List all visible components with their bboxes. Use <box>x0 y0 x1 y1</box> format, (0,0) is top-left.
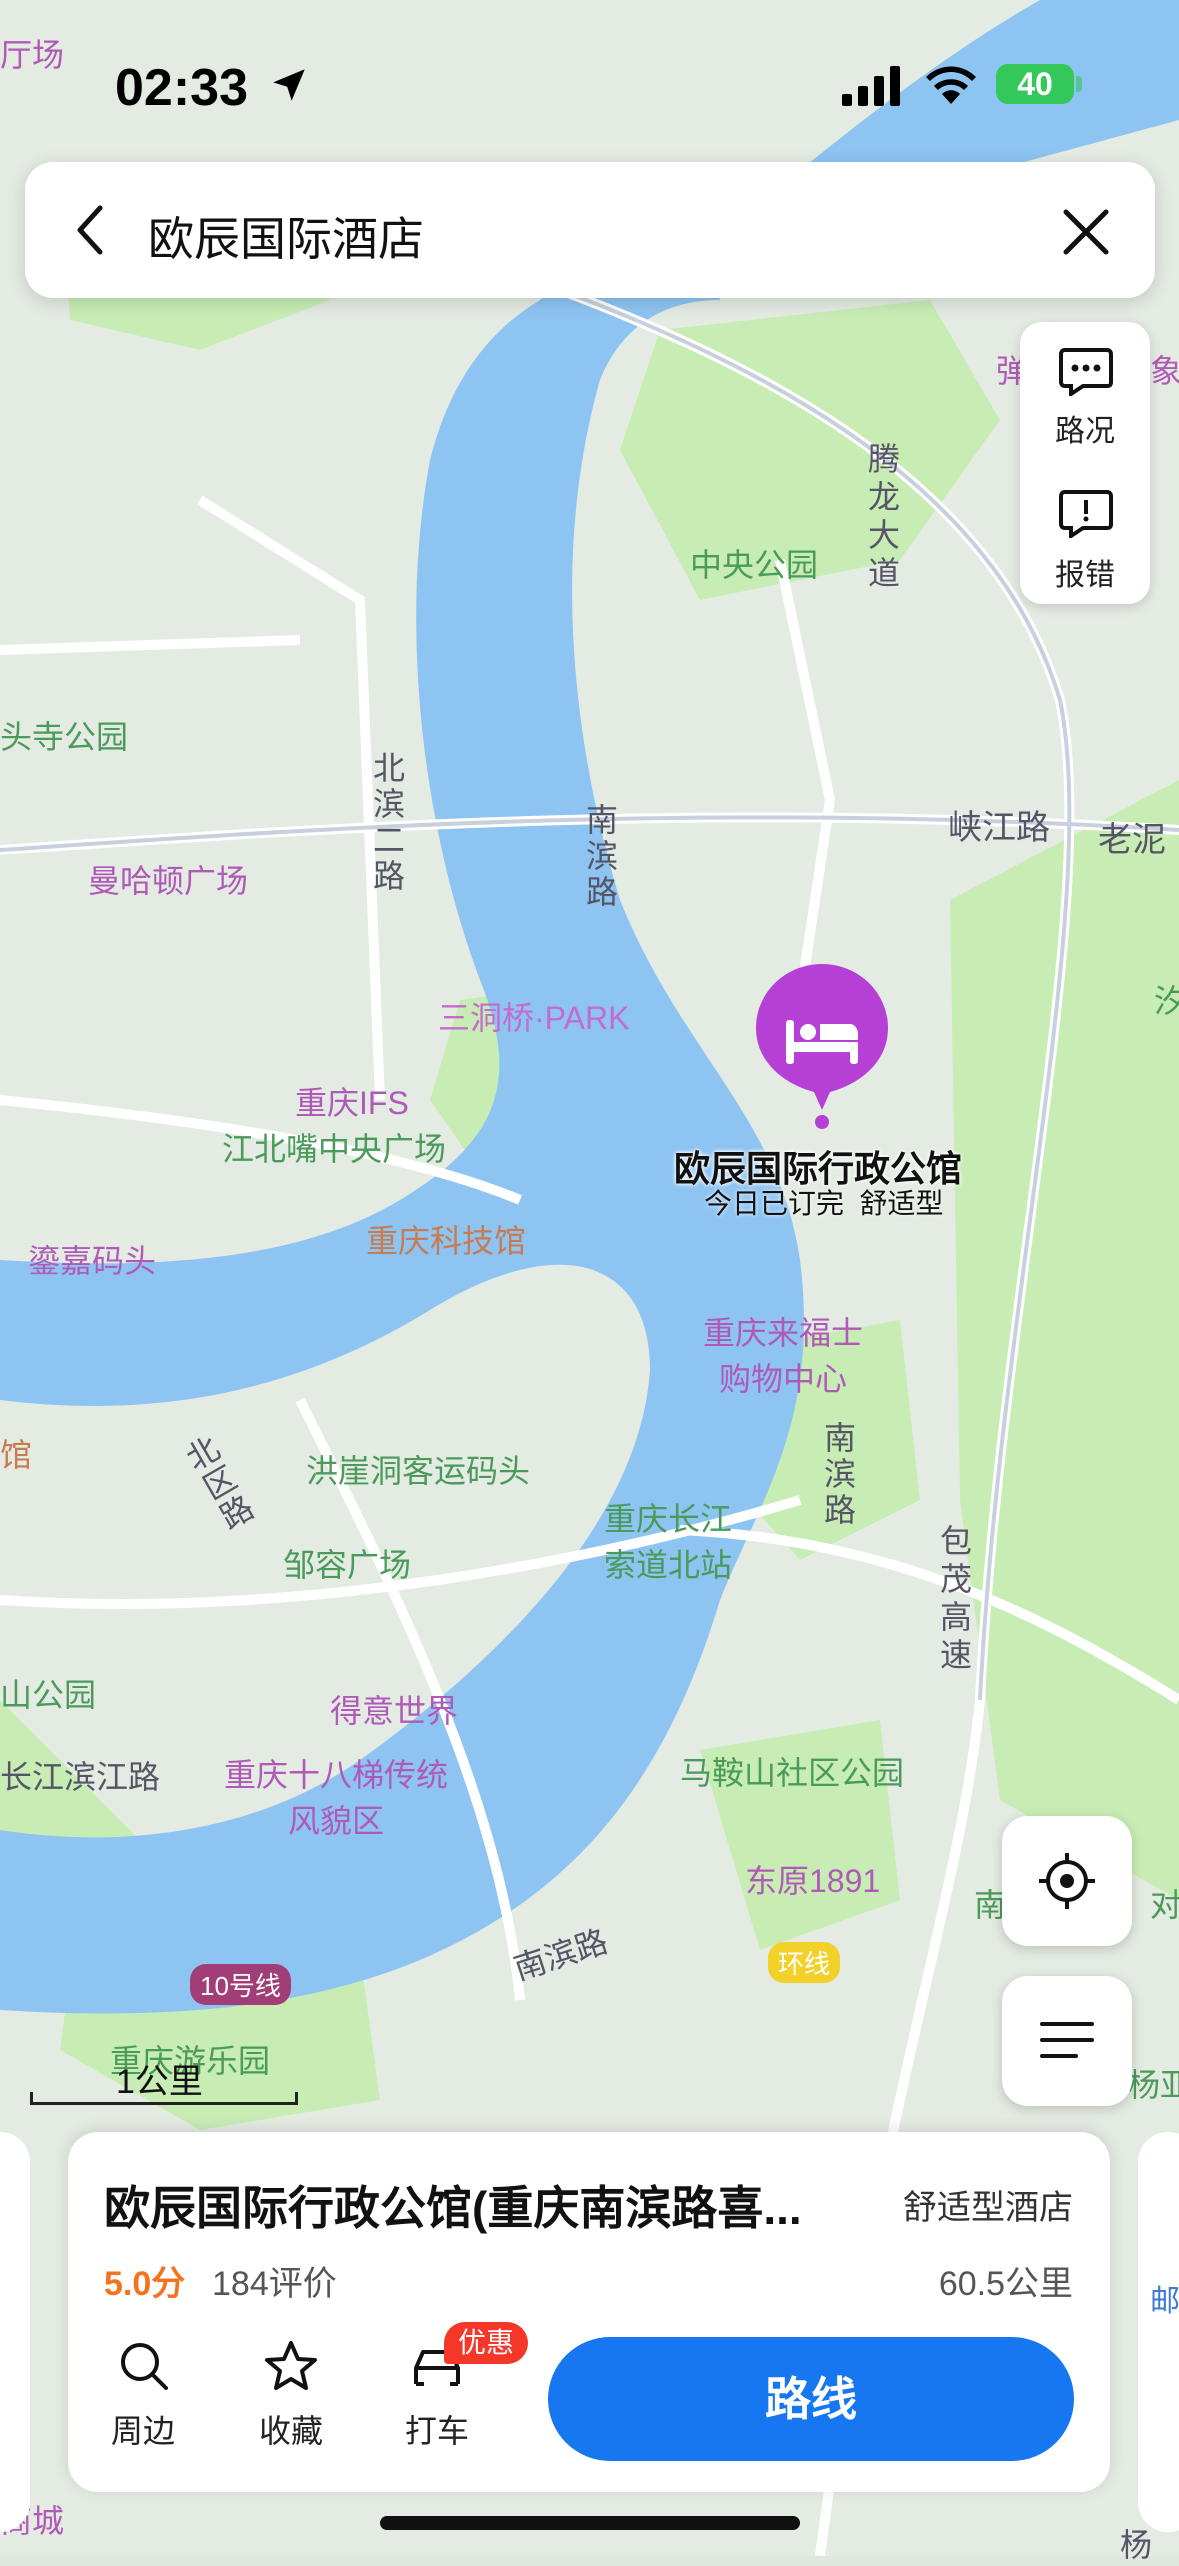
status-bar: 02:33 40 <box>0 0 1179 160</box>
traffic-label: 路况 <box>1055 415 1115 448</box>
battery-indicator: 40 <box>996 64 1074 104</box>
map-label-right-5: 对 <box>1150 1887 1179 1923</box>
place-title[interactable]: 欧辰国际行政公馆(重庆南滨路喜... <box>104 2172 854 2238</box>
home-indicator[interactable] <box>380 2516 800 2530</box>
map-label-maanshan: 马鞍山社区公园 <box>680 1755 905 1791</box>
map-label-laoni: 老泥 <box>1098 821 1166 859</box>
bed-icon <box>756 964 888 1129</box>
map-label-cableway: 重庆长江 索道北站 <box>604 1501 733 1583</box>
favorite-button[interactable]: 收藏 <box>236 2336 346 2456</box>
map-label-left-park: 山公园 <box>0 1677 97 1713</box>
scale-bar <box>30 2092 298 2105</box>
search-query[interactable]: 欧辰国际酒店 <box>148 203 424 269</box>
map-label-raffles: 重庆来福士 购物中心 <box>703 1315 864 1397</box>
map-label-beibin: 北 滨 二 路 <box>373 750 406 894</box>
hotel-pin-subtitle: 今日已订完 舒适型 <box>704 1188 944 1219</box>
place-category: 舒适型酒店 <box>903 2189 1073 2227</box>
next-card-peek[interactable] <box>1138 2132 1179 2532</box>
map-label-science-museum: 重庆科技馆 <box>366 1223 527 1259</box>
taxi-promo-badge: 优惠 <box>444 2322 529 2364</box>
metro-line-10-badge: 10号线 <box>190 1964 291 2005</box>
close-icon[interactable] <box>1058 204 1114 260</box>
map-label-bottom-right: 杨 <box>1120 2527 1153 2563</box>
map-label-jiangbeizui: 江北嘴中央广场 <box>222 1131 447 1167</box>
list-button[interactable] <box>1002 1976 1132 2106</box>
map-label-nanbin-2: 南 滨 路 <box>824 1420 857 1528</box>
map-label-right-2: 象 <box>1150 353 1179 389</box>
map-label-dongyuan: 东原1891 <box>745 1863 881 1899</box>
cellular-signal-icon <box>842 66 900 106</box>
map-label-manhattan: 曼哈顿广场 <box>88 863 249 899</box>
map-label-tenglong: 腾 龙 大 道 <box>868 441 901 591</box>
report-button[interactable]: 报错 <box>1020 476 1150 596</box>
map-label-left-guan: 馆 <box>0 1437 33 1473</box>
place-rating: 5.0分 <box>104 2265 186 2303</box>
map-label-temple-park: 头寺公园 <box>0 719 129 755</box>
taxi-label: 打车 <box>404 2413 469 2449</box>
battery-tip <box>1076 76 1082 92</box>
map-label-right-6: 杨亚 <box>1128 2067 1179 2103</box>
map-label-right-3: 汐 <box>1154 983 1179 1019</box>
report-icon <box>1059 490 1113 538</box>
nearby-label: 周边 <box>110 2413 175 2449</box>
map-label-hongyadong: 洪崖洞客运码头 <box>306 1453 531 1489</box>
place-reviews[interactable]: 184评价 <box>212 2256 337 2305</box>
map-label-central-park: 中央公园 <box>690 547 819 583</box>
hotel-pin[interactable] <box>752 960 892 1130</box>
wifi-icon <box>926 66 976 104</box>
report-label: 报错 <box>1055 559 1115 592</box>
traffic-icon <box>1059 348 1113 396</box>
locate-button[interactable] <box>1002 1816 1132 1946</box>
locate-icon <box>1039 1853 1095 1909</box>
map-label-sandongqiao: 三洞桥·PARK <box>438 1000 630 1036</box>
list-icon <box>1040 2022 1094 2058</box>
place-distance: 60.5公里 <box>938 2265 1073 2303</box>
map-label-deyi: 得意世界 <box>330 1693 459 1729</box>
search-icon <box>121 2343 168 2390</box>
map-label-jierong: 邹容广场 <box>283 1547 412 1583</box>
map-label-shibati: 重庆十八梯传统 风貌区 <box>224 1757 449 1839</box>
map-label-baomao: 包 茂 高 速 <box>940 1523 973 1673</box>
map-label-xiajiang: 峡江路 <box>948 809 1050 847</box>
map-label-nanbin-1: 南 滨 路 <box>586 802 619 910</box>
ring-line-badge: 环线 <box>768 1942 841 1983</box>
back-icon[interactable] <box>66 200 116 260</box>
nearby-button[interactable]: 周边 <box>88 2336 198 2456</box>
next-card-text: 邮 <box>1150 2285 1179 2318</box>
map-label-changjiang-road: 长江滨江路 <box>0 1759 161 1795</box>
status-time: 02:33 <box>115 59 248 117</box>
location-arrow-icon <box>273 69 305 101</box>
favorite-label: 收藏 <box>258 2413 323 2449</box>
traffic-button[interactable]: 路况 <box>1020 336 1150 456</box>
map-label-ifs: 重庆IFS <box>295 1085 409 1121</box>
prev-card-peek[interactable] <box>0 2132 30 2532</box>
route-button[interactable]: 路线 <box>548 2337 1074 2461</box>
star-icon <box>265 2341 317 2390</box>
map-label-pier: 鎏嘉码头 <box>28 1243 157 1279</box>
